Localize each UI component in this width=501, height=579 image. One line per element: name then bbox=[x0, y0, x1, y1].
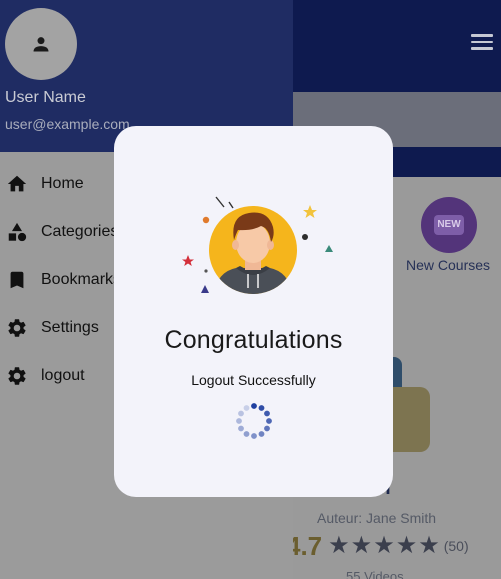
star-icon: ★ bbox=[350, 532, 373, 559]
user-email: user@example.com bbox=[5, 116, 130, 132]
drawer-item-label: Categories bbox=[41, 223, 119, 240]
celebration-avatar-illustration bbox=[182, 196, 333, 294]
menu-icon[interactable] bbox=[471, 34, 493, 52]
star-icon: ★ bbox=[373, 532, 395, 559]
category-icon bbox=[8, 222, 27, 242]
drawer-item-label: Bookmarks bbox=[41, 271, 122, 288]
home-icon bbox=[7, 175, 27, 192]
drawer-item-label: Home bbox=[41, 175, 84, 192]
new-courses-icon[interactable]: NEW bbox=[421, 197, 477, 253]
avatar[interactable] bbox=[5, 8, 77, 80]
course-author: Auteur: Jane Smith bbox=[317, 510, 437, 526]
logout-icon bbox=[8, 367, 26, 385]
new-badge: NEW bbox=[434, 215, 464, 235]
drawer-item-label: logout bbox=[41, 367, 85, 384]
dialog-message: Logout Successfully bbox=[191, 372, 316, 388]
drawer-item-label: Settings bbox=[41, 319, 99, 336]
star-icon: ★ bbox=[395, 532, 418, 559]
star-icon: ★ bbox=[418, 532, 440, 559]
dialog-title: Congratulations bbox=[164, 326, 343, 354]
new-courses-label[interactable]: New Courses bbox=[406, 257, 490, 273]
settings-icon bbox=[8, 319, 26, 337]
course-videos: 55 Videos bbox=[346, 569, 404, 579]
bookmark-icon bbox=[10, 271, 24, 289]
user-name: User Name bbox=[5, 89, 86, 106]
logout-success-dialog: Congratulations Logout Successfully bbox=[114, 126, 393, 497]
loading-spinner-icon bbox=[236, 403, 272, 439]
person-icon bbox=[33, 37, 49, 52]
course-rating: 4.7 ★ ★ ★ ★ ★ (50) bbox=[286, 530, 469, 562]
star-icon: ★ bbox=[328, 532, 350, 559]
rating-count: (50) bbox=[443, 538, 469, 554]
